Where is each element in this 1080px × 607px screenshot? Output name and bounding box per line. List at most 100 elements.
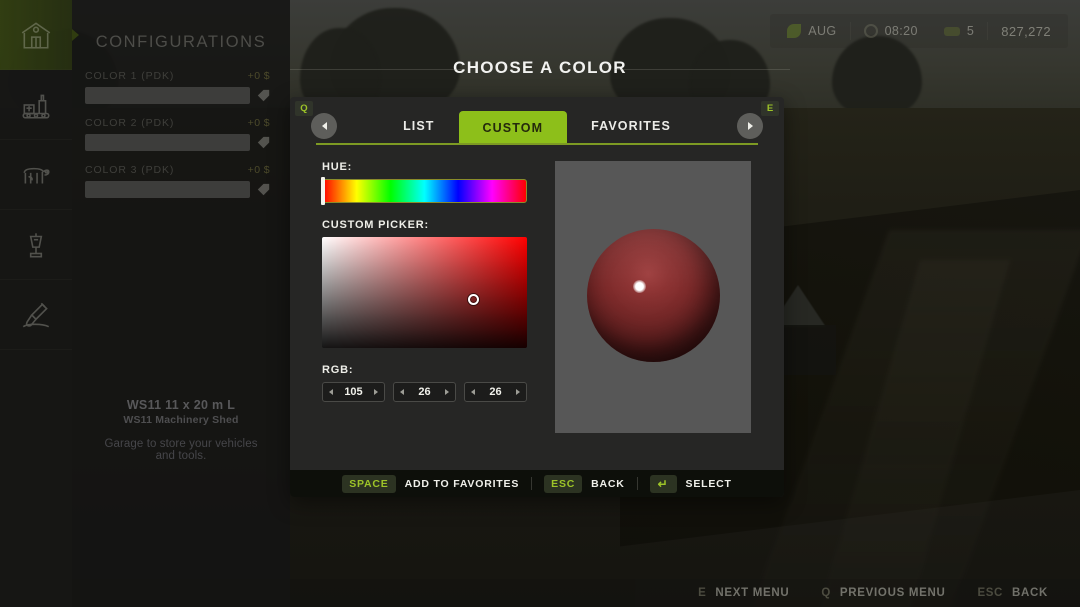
sidebar-item-buildings[interactable]	[0, 0, 72, 70]
color-row-head: COLOR 1 (PDK) +0 $	[85, 70, 270, 82]
hint-key: ESC	[978, 587, 1003, 599]
picker-column: HUE: CUSTOM PICKER: RGB: 105	[322, 161, 527, 497]
color-config-list: COLOR 1 (PDK) +0 $ COLOR 2 (PDK) +0 $	[72, 52, 290, 198]
rgb-label: RGB:	[322, 364, 527, 376]
hint-label: NEXT MENU	[715, 587, 789, 599]
list-item[interactable]: COLOR 2 (PDK) +0 $	[85, 117, 270, 151]
saturation-value-picker[interactable]	[322, 237, 527, 348]
decrement-icon[interactable]	[400, 389, 404, 395]
color-swatch-line	[85, 181, 270, 198]
configurations-panel: CONFIGURATIONS COLOR 1 (PDK) +0 $ COLOR …	[0, 0, 290, 607]
key-badge-q: Q	[295, 101, 313, 116]
list-item[interactable]: COLOR 3 (PDK) +0 $	[85, 164, 270, 198]
custom-picker-label: CUSTOM PICKER:	[322, 219, 527, 231]
shovel-icon	[19, 298, 53, 332]
tab-favorites[interactable]: FAVORITES	[567, 111, 695, 141]
hud-workers-count: 5	[967, 24, 974, 38]
color-swatch[interactable]	[85, 134, 250, 151]
decrement-icon[interactable]	[471, 389, 475, 395]
prev-tab-button[interactable]	[311, 113, 337, 139]
red-stepper[interactable]: 105	[322, 382, 385, 402]
blue-value: 26	[489, 386, 501, 398]
color-row-head: COLOR 2 (PDK) +0 $	[85, 117, 270, 129]
hint-key: Q	[821, 587, 831, 599]
rgb-inputs: 105 26 26	[322, 382, 527, 402]
color-preview	[555, 161, 751, 433]
green-stepper[interactable]: 26	[393, 382, 456, 402]
configurations-body: CONFIGURATIONS COLOR 1 (PDK) +0 $ COLOR …	[72, 0, 290, 607]
dialog-content: HUE: CUSTOM PICKER: RGB: 105	[290, 145, 784, 497]
color-price: +0 $	[248, 117, 270, 129]
hud-money: 827,272	[988, 14, 1064, 48]
tree-icon	[832, 36, 922, 116]
game-screen: AUG 08:20 5 827,272 E NEXT MENU Q PREVIO…	[0, 0, 1080, 607]
enter-key-icon: ↵	[650, 475, 677, 493]
hud-season: AUG	[774, 14, 849, 48]
chevron-right-icon	[748, 122, 753, 130]
item-name: WS11 11 x 20 m L	[96, 398, 266, 412]
increment-icon[interactable]	[516, 389, 520, 395]
color-swatch-line	[85, 87, 270, 104]
back-action[interactable]: ESC BACK	[532, 475, 637, 493]
item-subtitle: WS11 Machinery Shed	[96, 414, 266, 426]
color-swatch[interactable]	[85, 87, 250, 104]
color-swatch[interactable]	[85, 181, 250, 198]
sidebar-item-decoration[interactable]	[0, 210, 72, 280]
hint-label: BACK	[1012, 587, 1048, 599]
color-price: +0 $	[248, 164, 270, 176]
color-label: COLOR 1 (PDK)	[85, 70, 174, 82]
action-label: SELECT	[686, 478, 732, 490]
hint-back[interactable]: ESC BACK	[962, 587, 1064, 599]
color-tag-icon	[257, 183, 270, 196]
sidebar-item-animals[interactable]	[0, 140, 72, 210]
item-info: WS11 11 x 20 m L WS11 Machinery Shed Gar…	[72, 398, 290, 462]
color-tag-icon	[257, 89, 270, 102]
color-label: COLOR 2 (PDK)	[85, 117, 174, 129]
key-badge-e: E	[761, 101, 779, 116]
action-label: BACK	[591, 478, 625, 490]
cow-icon	[19, 158, 53, 192]
clock-icon	[864, 24, 878, 38]
category-rail	[0, 0, 72, 607]
color-swatch-line	[85, 134, 270, 151]
list-item[interactable]: COLOR 1 (PDK) +0 $	[85, 70, 270, 104]
green-value: 26	[418, 386, 430, 398]
hud-workers: 5	[931, 14, 987, 48]
tab-list[interactable]: LIST	[379, 111, 458, 141]
tab-custom[interactable]: CUSTOM	[459, 111, 568, 145]
production-icon	[19, 88, 53, 122]
hint-next-menu[interactable]: E NEXT MENU	[682, 587, 805, 599]
hint-key: E	[698, 587, 706, 599]
hud-bar: AUG 08:20 5 827,272	[770, 14, 1068, 48]
dialog-action-bar: SPACE ADD TO FAVORITES ESC BACK ↵ SELECT	[290, 470, 784, 497]
page-title: CONFIGURATIONS	[72, 0, 290, 52]
increment-icon[interactable]	[445, 389, 449, 395]
hue-gradient	[322, 179, 527, 203]
sidebar-item-production[interactable]	[0, 70, 72, 140]
tab-bar: Q E LIST CUSTOM FAVORITES	[290, 97, 784, 145]
choose-a-color-dialog: Q E LIST CUSTOM FAVORITES HUE:	[290, 97, 784, 497]
hud-season-label: AUG	[808, 24, 836, 38]
hue-slider[interactable]	[322, 179, 527, 203]
sphere-shading	[587, 229, 720, 362]
hud-money-value: 827,272	[1001, 24, 1051, 39]
hint-label: PREVIOUS MENU	[840, 587, 946, 599]
select-action[interactable]: ↵ SELECT	[638, 475, 744, 493]
dialog-title: CHOOSE A COLOR	[290, 58, 790, 78]
item-description: Garage to store your vehicles and tools.	[96, 438, 266, 462]
sidebar-item-landscaping[interactable]	[0, 280, 72, 350]
leaf-icon	[787, 24, 801, 38]
hue-label: HUE:	[322, 161, 527, 173]
hue-handle[interactable]	[321, 177, 325, 205]
preview-column	[555, 161, 752, 497]
red-value: 105	[344, 386, 362, 398]
next-tab-button[interactable]	[737, 113, 763, 139]
picker-cursor[interactable]	[468, 294, 479, 305]
decrement-icon[interactable]	[329, 389, 333, 395]
barn-icon	[19, 18, 53, 52]
hint-previous-menu[interactable]: Q PREVIOUS MENU	[805, 587, 961, 599]
increment-icon[interactable]	[374, 389, 378, 395]
blue-stepper[interactable]: 26	[464, 382, 527, 402]
hud-time: 08:20	[851, 14, 931, 48]
add-to-favorites-action[interactable]: SPACE ADD TO FAVORITES	[330, 475, 531, 493]
